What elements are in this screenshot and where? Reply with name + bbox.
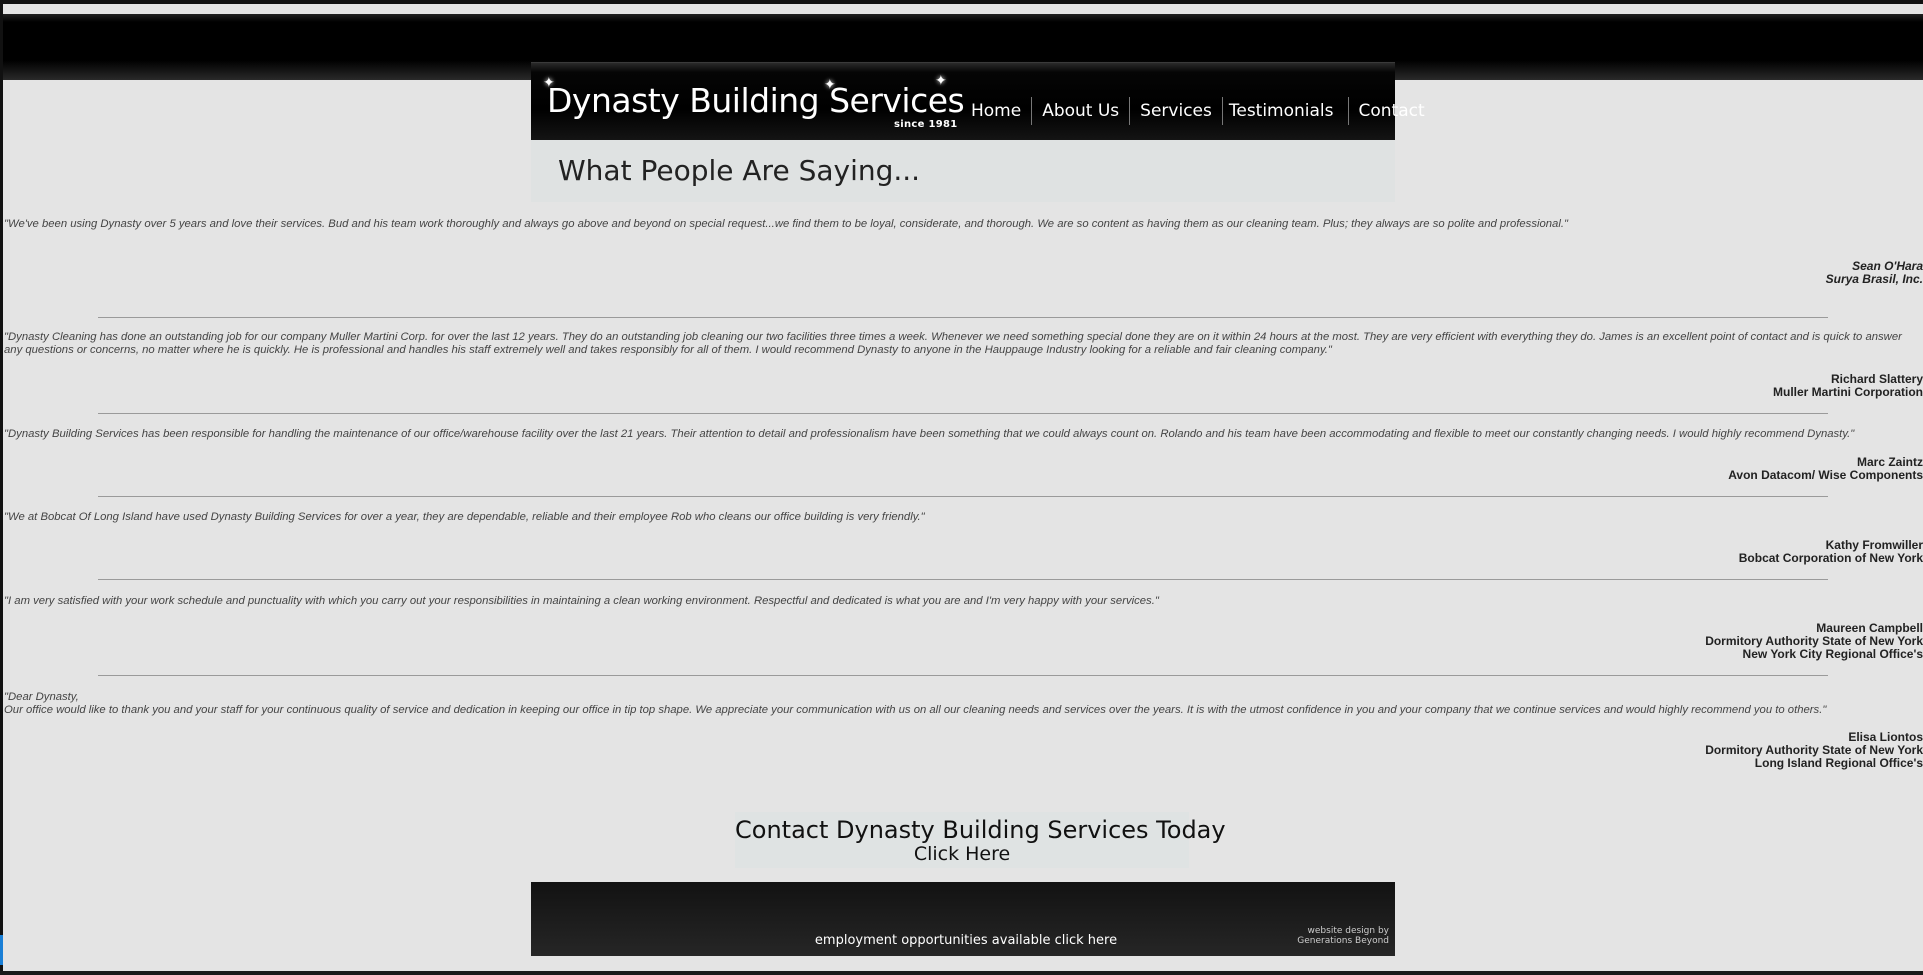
testimonial-divider (98, 317, 1828, 318)
window-left-border (0, 0, 3, 975)
contact-cta-button[interactable]: Contact Dynasty Building Services Today … (735, 812, 1226, 868)
quote-salutation: "Dear Dynasty, (4, 691, 79, 703)
author-company: Surya Brasil, Inc. (1825, 272, 1923, 286)
testimonial-quote: "We at Bobcat Of Long Island have used D… (4, 511, 925, 523)
author-company: Bobcat Corporation of New York (1738, 551, 1923, 565)
contact-cta-subtitle: Click Here (913, 843, 1011, 865)
contact-cta-title: Contact Dynasty Building Services Today (735, 816, 1226, 844)
window-bottom-border (0, 971, 1923, 975)
quote-body: Our office would like to thank you and y… (4, 704, 1827, 716)
credit-company: Generations Beyond (1297, 936, 1389, 946)
testimonial-quote: "Dynasty Building Services has been resp… (4, 428, 1855, 440)
testimonial-divider (98, 579, 1828, 580)
nav-testimonials[interactable]: Testimonials (1223, 101, 1348, 121)
testimonial-quote: "Dynasty Cleaning has done an outstandin… (4, 331, 1902, 356)
testimonial-divider (98, 496, 1828, 497)
window-top-border (0, 0, 1923, 4)
window-edge-tab (0, 935, 3, 965)
logo-since: since 1981 (894, 119, 958, 130)
testimonial-divider (98, 413, 1828, 414)
main-nav: Home About Us Services Testimonials Cont… (961, 97, 1435, 125)
site-footer: employment opportunities available click… (531, 882, 1395, 956)
design-credit-link[interactable]: website design by Generations Beyond (1297, 926, 1389, 946)
testimonial-author: Maureen Campbell Dormitory Authority Sta… (1705, 622, 1923, 661)
author-company: Muller Martini Corporation (1773, 385, 1923, 399)
site-header: ✦ ✦ ✦ Dynasty Building Services since 19… (531, 62, 1425, 140)
credit-line: website design by (1307, 926, 1389, 936)
nav-services[interactable]: Services (1130, 101, 1222, 121)
testimonial-author: Kathy Fromwiller Bobcat Corporation of N… (1739, 539, 1923, 565)
nav-home[interactable]: Home (961, 101, 1031, 121)
testimonial-divider (98, 675, 1828, 676)
author-office: New York City Regional Office's (1742, 647, 1923, 661)
testimonial-author: Sean O'Hara Surya Brasil, Inc. (1826, 260, 1923, 286)
site-logo[interactable]: Dynasty Building Services (547, 81, 965, 120)
nav-contact[interactable]: Contact (1349, 101, 1435, 121)
testimonial-author: Marc Zaintz Avon Datacom/ Wise Component… (1728, 456, 1923, 482)
testimonial-author: Elisa Liontos Dormitory Authority State … (1705, 731, 1923, 770)
testimonial-author: Richard Slattery Muller Martini Corporat… (1773, 373, 1923, 399)
nav-about-us[interactable]: About Us (1032, 101, 1129, 121)
testimonial-quote: "I am very satisfied with your work sche… (4, 595, 1159, 607)
author-office: Long Island Regional Office's (1754, 756, 1923, 770)
employment-link[interactable]: employment opportunities available click… (531, 933, 1401, 948)
page-title: What People Are Saying... (558, 154, 921, 187)
author-company: Avon Datacom/ Wise Components (1728, 468, 1923, 482)
testimonial-quote: "We've been using Dynasty over 5 years a… (4, 218, 1568, 230)
page-title-bar: What People Are Saying... (531, 140, 1395, 202)
testimonial-quote: "Dear Dynasty, Our office would like to … (4, 691, 1920, 717)
